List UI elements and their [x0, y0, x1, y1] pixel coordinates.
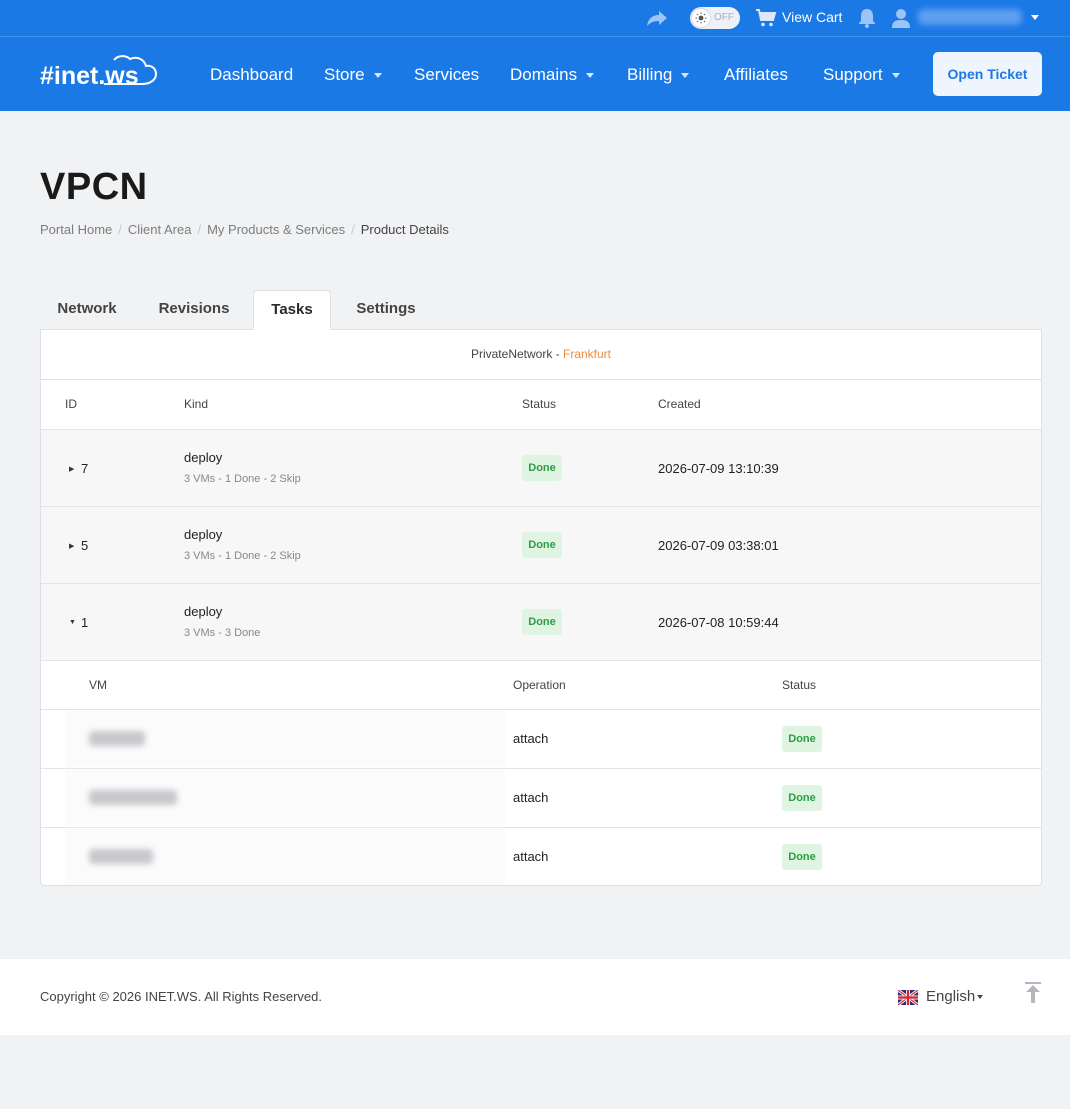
main-nav: #inet.ws Dashboard Store Services Domain…	[0, 37, 1070, 111]
status-badge: Done	[782, 844, 822, 870]
tasks-panel: PrivateNetwork - Frankfurt ID Kind Statu…	[40, 329, 1042, 886]
breadcrumb: Portal Home / Client Area / My Products & Se…	[40, 222, 449, 237]
column-header-status: Status	[522, 397, 557, 411]
user-icon[interactable]	[892, 8, 910, 28]
tab-revisions[interactable]: Revisions	[140, 290, 248, 330]
uk-flag-icon[interactable]	[898, 990, 918, 1005]
network-name: PrivateNetwork	[470, 347, 553, 361]
toggle-label: OFF	[714, 12, 734, 23]
network-separator: -	[552, 347, 563, 361]
subtask-operation: attach	[513, 790, 549, 805]
nav-affiliates[interactable]: Affiliates	[724, 65, 788, 85]
breadcrumb-portal-home[interactable]: Portal Home	[40, 222, 112, 237]
vm-name-cell	[65, 711, 505, 767]
share-icon[interactable]	[646, 8, 668, 28]
username-redacted[interactable]	[918, 9, 1022, 25]
nav-domains[interactable]: Domains	[510, 65, 595, 85]
subtask-row: attach Done	[41, 709, 1041, 768]
footer: Copyright © 2026 INET.WS. All Rights Res…	[0, 959, 1070, 1035]
nav-billing[interactable]: Billing	[627, 65, 690, 85]
subtask-row: attach Done	[41, 768, 1041, 827]
task-kind: deploy	[184, 450, 223, 465]
bell-icon[interactable]	[858, 8, 876, 28]
subtask-header: VM Operation Status	[41, 660, 1041, 709]
task-created: 2026-07-09 13:10:39	[658, 461, 779, 476]
network-location: Frankfurt	[563, 347, 612, 361]
task-kind: deploy	[184, 527, 223, 542]
chevron-down-icon	[977, 995, 984, 1000]
task-summary: 3 VMs - 1 Done - 2 Skip	[184, 473, 301, 485]
task-id: 7	[81, 461, 89, 476]
chevron-down-icon[interactable]	[1031, 15, 1039, 20]
column-header-operation: Operation	[513, 678, 566, 692]
status-badge: Done	[522, 532, 562, 558]
cart-icon[interactable]	[755, 8, 777, 28]
network-header: PrivateNetwork - Frankfurt	[41, 330, 1041, 380]
task-summary: 3 VMs - 1 Done - 2 Skip	[184, 550, 301, 562]
copyright-text: Copyright © 2026 INET.WS. All Rights Res…	[40, 989, 322, 1004]
vm-name-redacted	[89, 849, 153, 864]
page-title: VPCN	[40, 166, 148, 208]
column-header-created: Created	[658, 397, 701, 411]
task-row[interactable]: ▶ 7 deploy 3 VMs - 1 Done - 2 Skip Done …	[41, 429, 1041, 506]
expand-caret-icon[interactable]: ▶	[69, 465, 74, 473]
task-row[interactable]: ▶ 5 deploy 3 VMs - 1 Done - 2 Skip Done …	[41, 506, 1041, 583]
task-kind: deploy	[184, 604, 223, 619]
vm-name-redacted	[89, 731, 145, 746]
status-badge: Done	[522, 609, 562, 635]
tab-network[interactable]: Network	[40, 290, 134, 330]
chevron-down-icon	[891, 73, 900, 79]
chevron-down-icon	[586, 73, 595, 79]
vm-name-cell	[65, 770, 505, 826]
task-id: 5	[81, 538, 89, 553]
column-header-subtask-status: Status	[782, 678, 817, 692]
task-row[interactable]: ▼ 1 deploy 3 VMs - 3 Done Done 2026-07-0…	[41, 583, 1041, 660]
column-header-kind: Kind	[184, 397, 209, 411]
nav-support[interactable]: Support	[823, 65, 900, 85]
subtask-operation: attach	[513, 849, 549, 864]
task-created: 2026-07-09 03:38:01	[658, 538, 779, 553]
nav-services[interactable]: Services	[414, 65, 479, 85]
brand-logo[interactable]: #inet.ws	[40, 54, 160, 94]
task-id: 1	[81, 615, 89, 630]
breadcrumb-client-area[interactable]: Client Area	[128, 222, 192, 237]
column-header-id: ID	[65, 397, 77, 411]
vm-name-redacted	[89, 790, 177, 805]
back-to-top-icon[interactable]	[1024, 982, 1042, 1004]
column-header-vm: VM	[89, 678, 107, 692]
task-created: 2026-07-08 10:59:44	[658, 615, 779, 630]
subtask-row: attach Done	[41, 827, 1041, 886]
breadcrumb-products-services[interactable]: My Products & Services	[207, 222, 345, 237]
view-cart-link[interactable]: View Cart	[782, 9, 842, 25]
open-ticket-button[interactable]: Open Ticket	[933, 52, 1042, 96]
vm-name-cell	[65, 829, 505, 885]
logo-text: #inet.ws	[40, 62, 139, 90]
subtask-operation: attach	[513, 731, 549, 746]
tab-settings[interactable]: Settings	[337, 290, 435, 330]
expand-caret-icon[interactable]: ▶	[69, 542, 74, 550]
status-badge: Done	[782, 726, 822, 752]
status-badge: Done	[522, 455, 562, 481]
breadcrumb-product-details: Product Details	[360, 222, 449, 237]
nav-dashboard[interactable]: Dashboard	[210, 65, 293, 85]
theme-toggle[interactable]: OFF	[690, 7, 740, 29]
status-badge: Done	[782, 785, 822, 811]
sun-icon	[695, 12, 707, 24]
top-bar: OFF View Cart	[0, 0, 1070, 37]
chevron-down-icon	[373, 73, 382, 79]
tab-tasks[interactable]: Tasks	[253, 290, 331, 330]
nav-store[interactable]: Store	[324, 65, 382, 85]
language-selector[interactable]: English	[926, 988, 984, 1005]
chevron-down-icon	[681, 73, 690, 79]
collapse-caret-icon[interactable]: ▼	[69, 619, 76, 626]
task-summary: 3 VMs - 3 Done	[184, 627, 261, 639]
